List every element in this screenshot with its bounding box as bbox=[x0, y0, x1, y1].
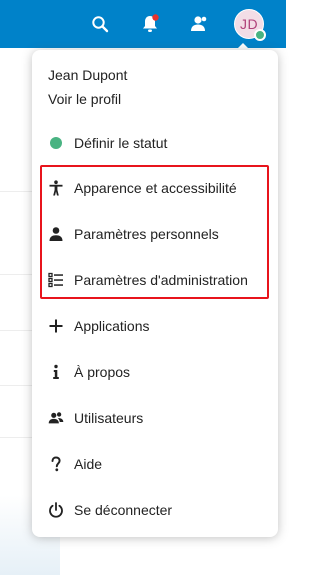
admin-settings-icon bbox=[48, 272, 64, 288]
menu-item-label: Se déconnecter bbox=[74, 502, 173, 518]
help-icon bbox=[48, 456, 64, 472]
menu-item-logout[interactable]: Se déconnecter bbox=[32, 487, 278, 533]
user-menu: Jean Dupont Voir le profil Définir le st… bbox=[32, 50, 278, 537]
menu-item-users[interactable]: Utilisateurs bbox=[32, 395, 278, 441]
notifications-icon[interactable] bbox=[138, 12, 162, 36]
search-icon[interactable] bbox=[88, 12, 112, 36]
header-bar: JD bbox=[0, 0, 286, 48]
menu-item-label: Utilisateurs bbox=[74, 410, 144, 426]
menu-item-personal-settings[interactable]: Paramètres personnels bbox=[32, 211, 278, 257]
view-profile-link[interactable]: Voir le profil bbox=[48, 91, 121, 107]
menu-item-label: Paramètres d'administration bbox=[74, 272, 248, 288]
status-dot-icon bbox=[48, 135, 64, 151]
avatar-status-indicator bbox=[254, 29, 266, 41]
menu-item-label: Paramètres personnels bbox=[74, 226, 219, 242]
menu-item-label: Aide bbox=[74, 456, 103, 472]
menu-item-about[interactable]: À propos bbox=[32, 349, 278, 395]
info-icon bbox=[48, 364, 64, 380]
user-icon bbox=[48, 226, 64, 242]
menu-item-help[interactable]: Aide bbox=[32, 441, 278, 487]
plus-icon bbox=[48, 318, 64, 334]
users-icon bbox=[48, 410, 64, 426]
menu-item-set-status[interactable]: Définir le statut bbox=[32, 120, 278, 166]
menu-item-label: Définir le statut bbox=[74, 135, 168, 151]
menu-item-label: À propos bbox=[74, 364, 131, 380]
user-name: Jean Dupont bbox=[48, 67, 128, 83]
power-icon bbox=[48, 502, 64, 518]
menu-item-admin-settings[interactable]: Paramètres d'administration bbox=[32, 257, 278, 303]
menu-item-label: Apparence et accessibilité bbox=[74, 180, 237, 196]
contacts-icon[interactable] bbox=[187, 12, 211, 36]
menu-item-label: Applications bbox=[74, 318, 150, 334]
accessibility-icon bbox=[48, 180, 64, 196]
menu-item-applications[interactable]: Applications bbox=[32, 303, 278, 349]
menu-item-appearance[interactable]: Apparence et accessibilité bbox=[32, 165, 278, 211]
